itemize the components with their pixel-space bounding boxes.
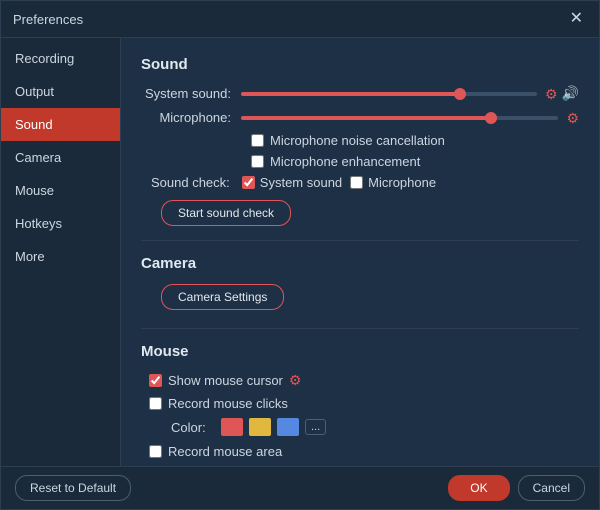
system-sound-slider[interactable] [241,92,537,96]
microphone-slider-wrap [241,116,558,120]
show-cursor-checkbox[interactable] [149,374,162,387]
system-sound-slider-wrap [241,92,537,96]
content-area: Sound System sound: ⚙ 🔊 Microphone: [121,38,599,466]
sound-section-title: Sound [141,56,579,73]
color-label-1: Color: [171,420,211,435]
enhancement-checkbox[interactable] [251,155,264,168]
system-sound-check-option: System sound [242,175,342,190]
more-colors-button-1[interactable]: ... [305,419,326,435]
start-check-container: Start sound check [141,200,579,226]
system-sound-gear-button[interactable]: ⚙ [545,87,558,101]
color-swatch-red-1[interactable] [221,418,243,436]
window-title: Preferences [13,12,83,27]
microphone-slider[interactable] [241,116,558,120]
record-area-label: Record mouse area [168,444,282,459]
close-button[interactable]: ✕ [566,9,587,29]
ok-button[interactable]: OK [448,475,509,501]
sound-check-label: Sound check: [151,175,230,190]
camera-btn-container: Camera Settings [141,284,579,314]
show-cursor-row: Show mouse cursor ⚙ [141,372,579,389]
system-sound-icons: ⚙ 🔊 [545,85,579,102]
sidebar-item-hotkeys[interactable]: Hotkeys [1,207,120,240]
record-area-checkbox[interactable] [149,445,162,458]
record-area-row: Record mouse area [141,444,579,459]
enhancement-row: Microphone enhancement [141,154,579,169]
title-bar: Preferences ✕ [1,1,599,38]
show-cursor-label: Show mouse cursor [168,373,283,388]
sidebar-item-sound[interactable]: Sound [1,108,120,141]
system-sound-check-label: System sound [260,175,342,190]
microphone-row: Microphone: ⚙ [141,110,579,125]
sidebar-item-output[interactable]: Output [1,75,120,108]
camera-section-title: Camera [141,255,579,272]
microphone-check-label: Microphone [368,175,436,190]
start-sound-check-button[interactable]: Start sound check [161,200,291,226]
mouse-section-title: Mouse [141,343,579,360]
microphone-icons: ⚙ [566,111,579,125]
microphone-label: Microphone: [141,110,241,125]
sidebar-item-more[interactable]: More [1,240,120,273]
camera-settings-button[interactable]: Camera Settings [161,284,284,310]
reset-button[interactable]: Reset to Default [15,475,131,501]
sidebar-item-mouse[interactable]: Mouse [1,174,120,207]
sidebar-item-recording[interactable]: Recording [1,42,120,75]
sound-check-row: Sound check: System sound Microphone [141,175,579,190]
sidebar-item-camera[interactable]: Camera [1,141,120,174]
divider-mouse [141,328,579,329]
color-swatch-yellow-1[interactable] [249,418,271,436]
main-content: Recording Output Sound Camera Mouse Hotk… [1,38,599,466]
sidebar: Recording Output Sound Camera Mouse Hotk… [1,38,121,466]
record-clicks-row: Record mouse clicks [141,396,579,411]
noise-cancellation-label: Microphone noise cancellation [270,133,445,148]
microphone-check-option: Microphone [350,175,436,190]
system-sound-check-checkbox[interactable] [242,176,255,189]
footer-right: OK Cancel [448,475,585,501]
microphone-gear-button[interactable]: ⚙ [566,111,579,125]
cursor-gear-icon[interactable]: ⚙ [289,372,302,389]
record-clicks-label: Record mouse clicks [168,396,288,411]
cancel-button[interactable]: Cancel [518,475,585,501]
speaker-icon: 🔊 [562,85,579,102]
footer: Reset to Default OK Cancel [1,466,599,509]
system-sound-row: System sound: ⚙ 🔊 [141,85,579,102]
color-row-1: Color: ... [141,418,579,436]
preferences-window: Preferences ✕ Recording Output Sound Cam… [0,0,600,510]
record-clicks-checkbox[interactable] [149,397,162,410]
enhancement-label: Microphone enhancement [270,154,420,169]
microphone-check-checkbox[interactable] [350,176,363,189]
noise-cancellation-checkbox[interactable] [251,134,264,147]
color-swatch-blue-1[interactable] [277,418,299,436]
noise-cancellation-row: Microphone noise cancellation [141,133,579,148]
system-sound-label: System sound: [141,86,241,101]
divider-camera [141,240,579,241]
